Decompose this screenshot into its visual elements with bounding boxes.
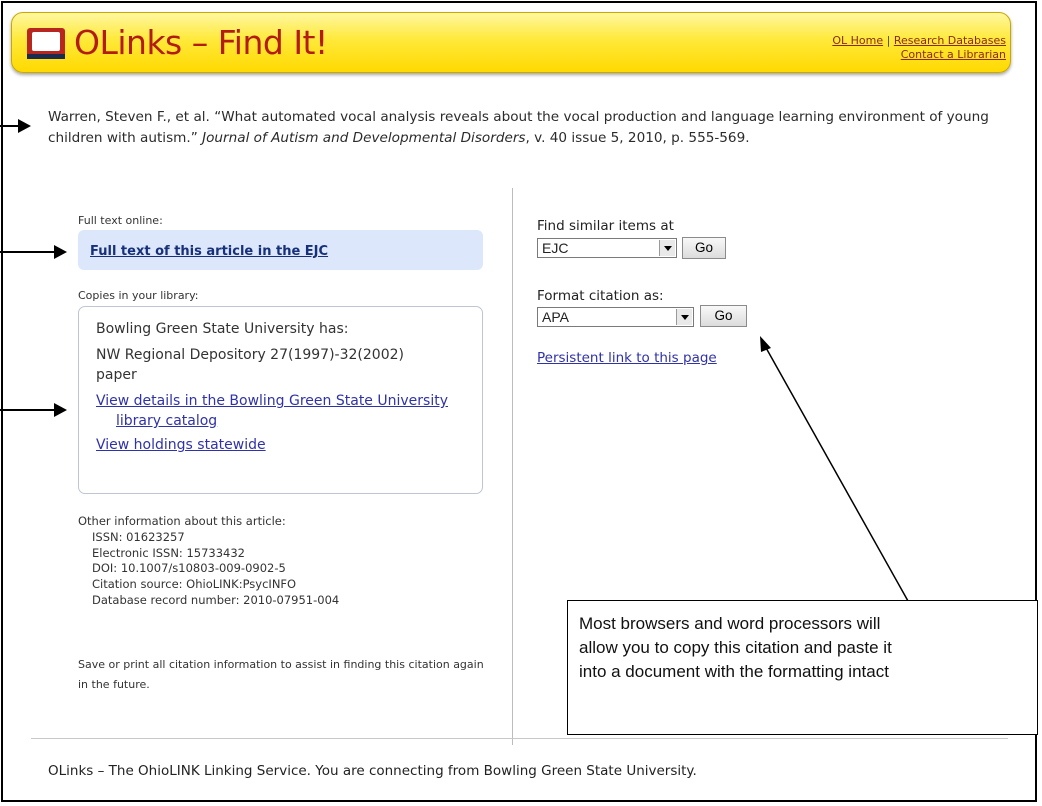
full-text-box: Full text of this article in the EJC	[78, 230, 483, 270]
other-info-label: Other information about this article:	[78, 514, 286, 528]
format-citation-go-button[interactable]: Go	[700, 305, 747, 327]
find-similar-select[interactable]: EJC	[537, 238, 677, 258]
copies-box: Bowling Green State University has: NW R…	[78, 306, 483, 494]
issn: ISSN: 01623257	[92, 529, 185, 544]
callout-line-1: Most browsers and word processors will	[579, 614, 881, 633]
copies-label: Copies in your library:	[78, 289, 199, 302]
header-links: OL Home | Research Databases Contact a L…	[832, 34, 1006, 62]
callout-arrow	[760, 336, 909, 602]
citation-details: , v. 40 issue 5, 2010, p. 555-569.	[525, 130, 750, 146]
database-record-number: Database record number: 2010-07951-004	[92, 592, 340, 607]
citation-text: Warren, Steven F., et al. “What automate…	[48, 107, 1008, 149]
book-page-shape	[32, 32, 60, 51]
save-info-text: Save or print all citation information t…	[78, 658, 484, 691]
electronic-issn: Electronic ISSN: 15733432	[92, 545, 245, 560]
page-header: OLinks – Find It! OL Home | Research Dat…	[11, 12, 1011, 73]
chevron-down-icon[interactable]	[676, 309, 692, 325]
format-citation-select[interactable]: APA	[537, 307, 694, 327]
chevron-down-icon[interactable]	[659, 240, 675, 256]
citation-journal: Journal of Autism and Developmental Diso…	[202, 130, 526, 146]
doi: DOI: 10.1007/s10803-009-0902-5	[92, 561, 286, 576]
find-similar-go-button[interactable]: Go	[682, 237, 726, 259]
citation-source: Citation source: OhioLINK:PsycINFO	[92, 577, 297, 592]
holding-info: NW Regional Depository 27(1997)-32(2002)…	[96, 347, 404, 383]
callout-line-2: allow you to copy this citation and past…	[579, 638, 892, 657]
library-name: Bowling Green State University has:	[96, 321, 349, 337]
ol-home-link[interactable]: OL Home	[832, 34, 883, 47]
annotation-arrow-fulltext	[0, 245, 67, 259]
annotation-arrow-citation	[0, 119, 31, 133]
callout-box: Most browsers and word processors will a…	[567, 600, 1038, 735]
full-text-link[interactable]: Full text of this article in the EJC	[90, 244, 328, 259]
format-citation-selected: APA	[542, 309, 569, 325]
book-icon	[27, 28, 65, 59]
find-similar-selected: EJC	[542, 240, 569, 256]
statewide-holdings-link[interactable]: View holdings statewide	[96, 437, 266, 453]
format-citation-label: Format citation as:	[537, 288, 664, 304]
annotation-arrow-catalog	[0, 403, 67, 417]
column-divider	[512, 188, 513, 745]
find-similar-label: Find similar items at	[537, 218, 674, 234]
research-databases-link[interactable]: Research Databases	[894, 34, 1006, 47]
full-text-label: Full text online:	[78, 214, 163, 227]
other-info: Other information about this article: IS…	[78, 514, 339, 609]
citation-authors: Warren, Steven F., et al.	[48, 109, 210, 125]
footer-text: OLinks – The OhioLINK Linking Service. Y…	[48, 763, 697, 779]
footer-divider	[31, 738, 1008, 739]
catalog-link[interactable]: View details in the Bowling Green State …	[96, 393, 448, 429]
header-link-separator: |	[886, 34, 891, 47]
page-title: OLinks – Find It!	[74, 23, 328, 62]
book-base-shape	[27, 54, 65, 59]
contact-librarian-link[interactable]: Contact a Librarian	[901, 48, 1006, 61]
persistent-link[interactable]: Persistent link to this page	[537, 350, 717, 366]
callout-line-3: into a document with the formatting inta…	[579, 662, 889, 681]
